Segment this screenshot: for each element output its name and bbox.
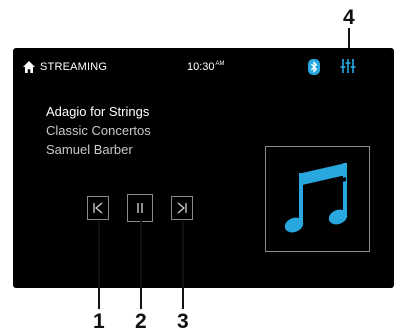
music-note-icon (284, 163, 348, 233)
equalizer-icon[interactable] (339, 57, 357, 75)
callout-4: 4 (343, 6, 355, 29)
status-bar: STREAMING 10:30AM (13, 48, 394, 88)
track-artist: Samuel Barber (46, 142, 133, 157)
clock-time: 10:30 (187, 61, 215, 73)
track-title: Adagio for Strings (46, 104, 150, 119)
bluetooth-icon (308, 59, 320, 75)
skip-previous-icon (93, 202, 103, 214)
skip-next-icon (177, 202, 187, 214)
callout-1: 1 (93, 310, 105, 332)
pause-icon (137, 203, 143, 213)
head-unit-screen: STREAMING 10:30AM Adagio for Strings Cla… (13, 48, 394, 288)
callout-3: 3 (177, 310, 189, 332)
album-art (265, 146, 370, 252)
clock-ampm: AM (215, 61, 225, 67)
callout-1-leader (98, 221, 100, 309)
callout-3-leader (182, 221, 184, 309)
clock: 10:30AM (187, 61, 225, 73)
previous-track-button[interactable] (87, 196, 109, 220)
callout-2: 2 (135, 310, 147, 332)
play-pause-button[interactable] (127, 194, 153, 222)
track-album: Classic Concertos (46, 123, 151, 138)
next-track-button[interactable] (171, 196, 193, 220)
source-label: STREAMING (40, 61, 108, 73)
track-info: Adagio for Strings Classic Concertos Sam… (46, 102, 151, 159)
home-icon[interactable] (22, 60, 36, 74)
diagram-page: 4 STREAMING 10:30AM Adagio for Strings C… (0, 0, 402, 332)
callout-2-leader (140, 221, 142, 309)
